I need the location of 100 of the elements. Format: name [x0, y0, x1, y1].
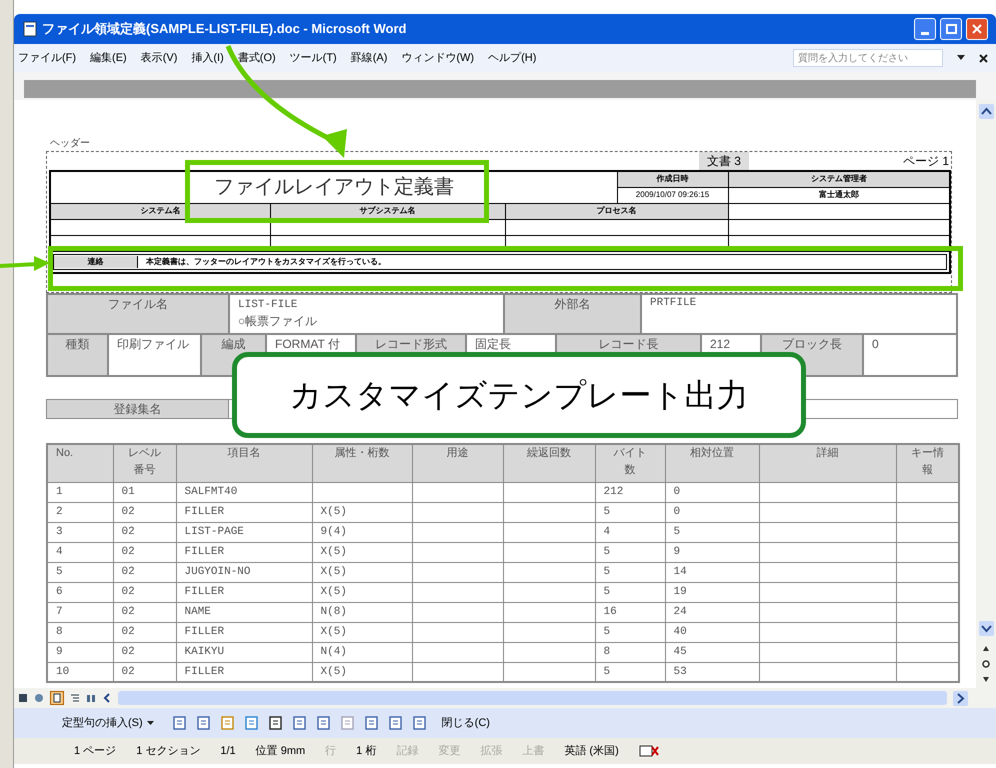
table-cell: 02 [113, 562, 176, 582]
field-label: ファイル名 [47, 294, 229, 334]
table-cell: FILLER [176, 622, 312, 642]
maximize-button[interactable] [940, 18, 962, 40]
table-cell: 16 [595, 602, 665, 622]
table-cell: 3 [47, 522, 113, 542]
close-header-button[interactable]: 閉じる(C) [438, 712, 494, 734]
table-cell: 5 [47, 562, 113, 582]
table-cell: FILLER [176, 502, 312, 522]
menu-item[interactable]: 罫線(A) [350, 50, 388, 66]
table-cell: 2009/10/07 09:26:15 [617, 187, 728, 203]
table-cell: 24 [665, 602, 759, 622]
table-cell: 4 [595, 522, 665, 542]
scroll-up-icon[interactable] [978, 104, 994, 119]
table-cell: LIST-PAGE [176, 522, 312, 542]
note-text: 本定義書は、フッターのレイアウトをカスタマイズを行っている。 [145, 256, 386, 268]
table-cell: 0 [665, 502, 759, 522]
status-item: 記録 [396, 744, 418, 759]
menu-item[interactable]: ファイル(F) [18, 50, 76, 66]
table-cell: NAME [176, 602, 312, 622]
table-cell: X(5) [312, 622, 412, 642]
previous-page-icon[interactable] [982, 644, 990, 652]
help-search-field[interactable]: 質問を入力してください [793, 49, 943, 67]
table-cell: 7 [47, 602, 113, 622]
table-cell: 富士通太郎 [728, 187, 950, 203]
table-cell: FILLER [176, 582, 312, 602]
status-item: 1 セクション [136, 744, 200, 759]
column-header: 用途 [412, 444, 503, 482]
document-icon [22, 21, 38, 37]
next-page-icon[interactable] [982, 676, 990, 684]
status-item: 英語 (米国) [564, 744, 619, 759]
status-item: 行 [325, 744, 336, 759]
menu-item[interactable]: ウィンドウ(W) [401, 50, 474, 66]
document-number: 文書 3 [698, 152, 749, 170]
web-view-icon[interactable] [34, 693, 44, 703]
circle-icon[interactable] [982, 660, 990, 668]
table-cell: 2 [47, 502, 113, 522]
field-label: 外部名 [504, 294, 641, 334]
menu-item[interactable]: ヘルプ(H) [488, 50, 536, 66]
table-cell: N(4) [312, 642, 412, 662]
scroll-down-icon[interactable] [978, 621, 994, 636]
table-cell: X(5) [312, 562, 412, 582]
table-cell: 45 [665, 642, 759, 662]
menu-item[interactable]: 挿入(I) [191, 50, 224, 66]
column-header: 繰返回数 [503, 444, 595, 482]
table-cell: KAIKYU [176, 642, 312, 662]
menu-item[interactable]: 書式(O) [238, 50, 276, 66]
scroll-left-icon[interactable] [102, 693, 112, 703]
status-item: 1 ページ [74, 744, 116, 759]
autotext-button[interactable]: 定型句の挿入(S) [54, 712, 162, 734]
table-cell: 9 [47, 642, 113, 662]
table-cell: 19 [665, 582, 759, 602]
status-item: 変更 [438, 744, 460, 759]
reading-view-icon[interactable] [86, 693, 96, 703]
normal-view-icon[interactable] [18, 693, 28, 703]
table-cell: 01 [113, 482, 176, 502]
close-icon [972, 24, 982, 34]
column-header: バイト数 [595, 444, 665, 482]
table-cell: 02 [113, 522, 176, 542]
vertical-scrollbar[interactable] [976, 100, 996, 688]
window-title: ファイル領域定義(SAMPLE-LIST-FILE).doc - Microsoft Word [42, 20, 406, 38]
table-cell: 02 [113, 582, 176, 602]
field-label: 登録集名 [47, 400, 229, 418]
table-cell: FILLER [176, 542, 312, 562]
callout-tooltip: カスタマイズテンプレート出力 [232, 352, 806, 438]
table-cell: SALFMT40 [176, 482, 312, 502]
field-label: 種類 [47, 334, 108, 376]
document-title: ファイルレイアウト定義書 [50, 171, 617, 203]
table-cell: 02 [113, 542, 176, 562]
column-header: 詳細 [759, 444, 896, 482]
menu-item[interactable]: ツール(T) [290, 50, 337, 66]
table-cell: 1 [47, 482, 113, 502]
close-icon[interactable] [979, 54, 988, 62]
table-cell: 212 [595, 482, 665, 502]
column-header: レベル番号 [113, 444, 176, 482]
column-header: 属性・桁数 [312, 444, 412, 482]
table-cell: 9(4) [312, 522, 412, 542]
outline-view-icon[interactable] [70, 693, 80, 703]
horizontal-scrollbar-thumb[interactable] [118, 691, 947, 705]
table-cell: 5 [595, 542, 665, 562]
close-button[interactable] [966, 18, 988, 40]
scroll-right-icon[interactable] [953, 690, 968, 706]
print-layout-icon[interactable] [50, 691, 64, 705]
menu-item[interactable]: 編集(E) [90, 50, 127, 66]
table-cell: 5 [595, 582, 665, 602]
table-cell: 5 [665, 522, 759, 542]
table-header-cell: システム管理者 [728, 171, 950, 187]
table-cell: 0 [665, 482, 759, 502]
caret-icon [146, 720, 154, 726]
column-header: 相対位置 [665, 444, 759, 482]
minimize-icon [921, 32, 929, 35]
table-cell: 9 [665, 542, 759, 562]
page-icon[interactable] [268, 715, 284, 731]
field-value: PRTFILE [641, 294, 957, 334]
arrow [0, 256, 50, 271]
table-cell: X(5) [312, 582, 412, 602]
minimize-button[interactable] [914, 18, 936, 40]
dropdown-icon[interactable] [957, 55, 965, 61]
note-label: 連絡 [54, 256, 138, 268]
menu-item[interactable]: 表示(V) [140, 50, 178, 66]
